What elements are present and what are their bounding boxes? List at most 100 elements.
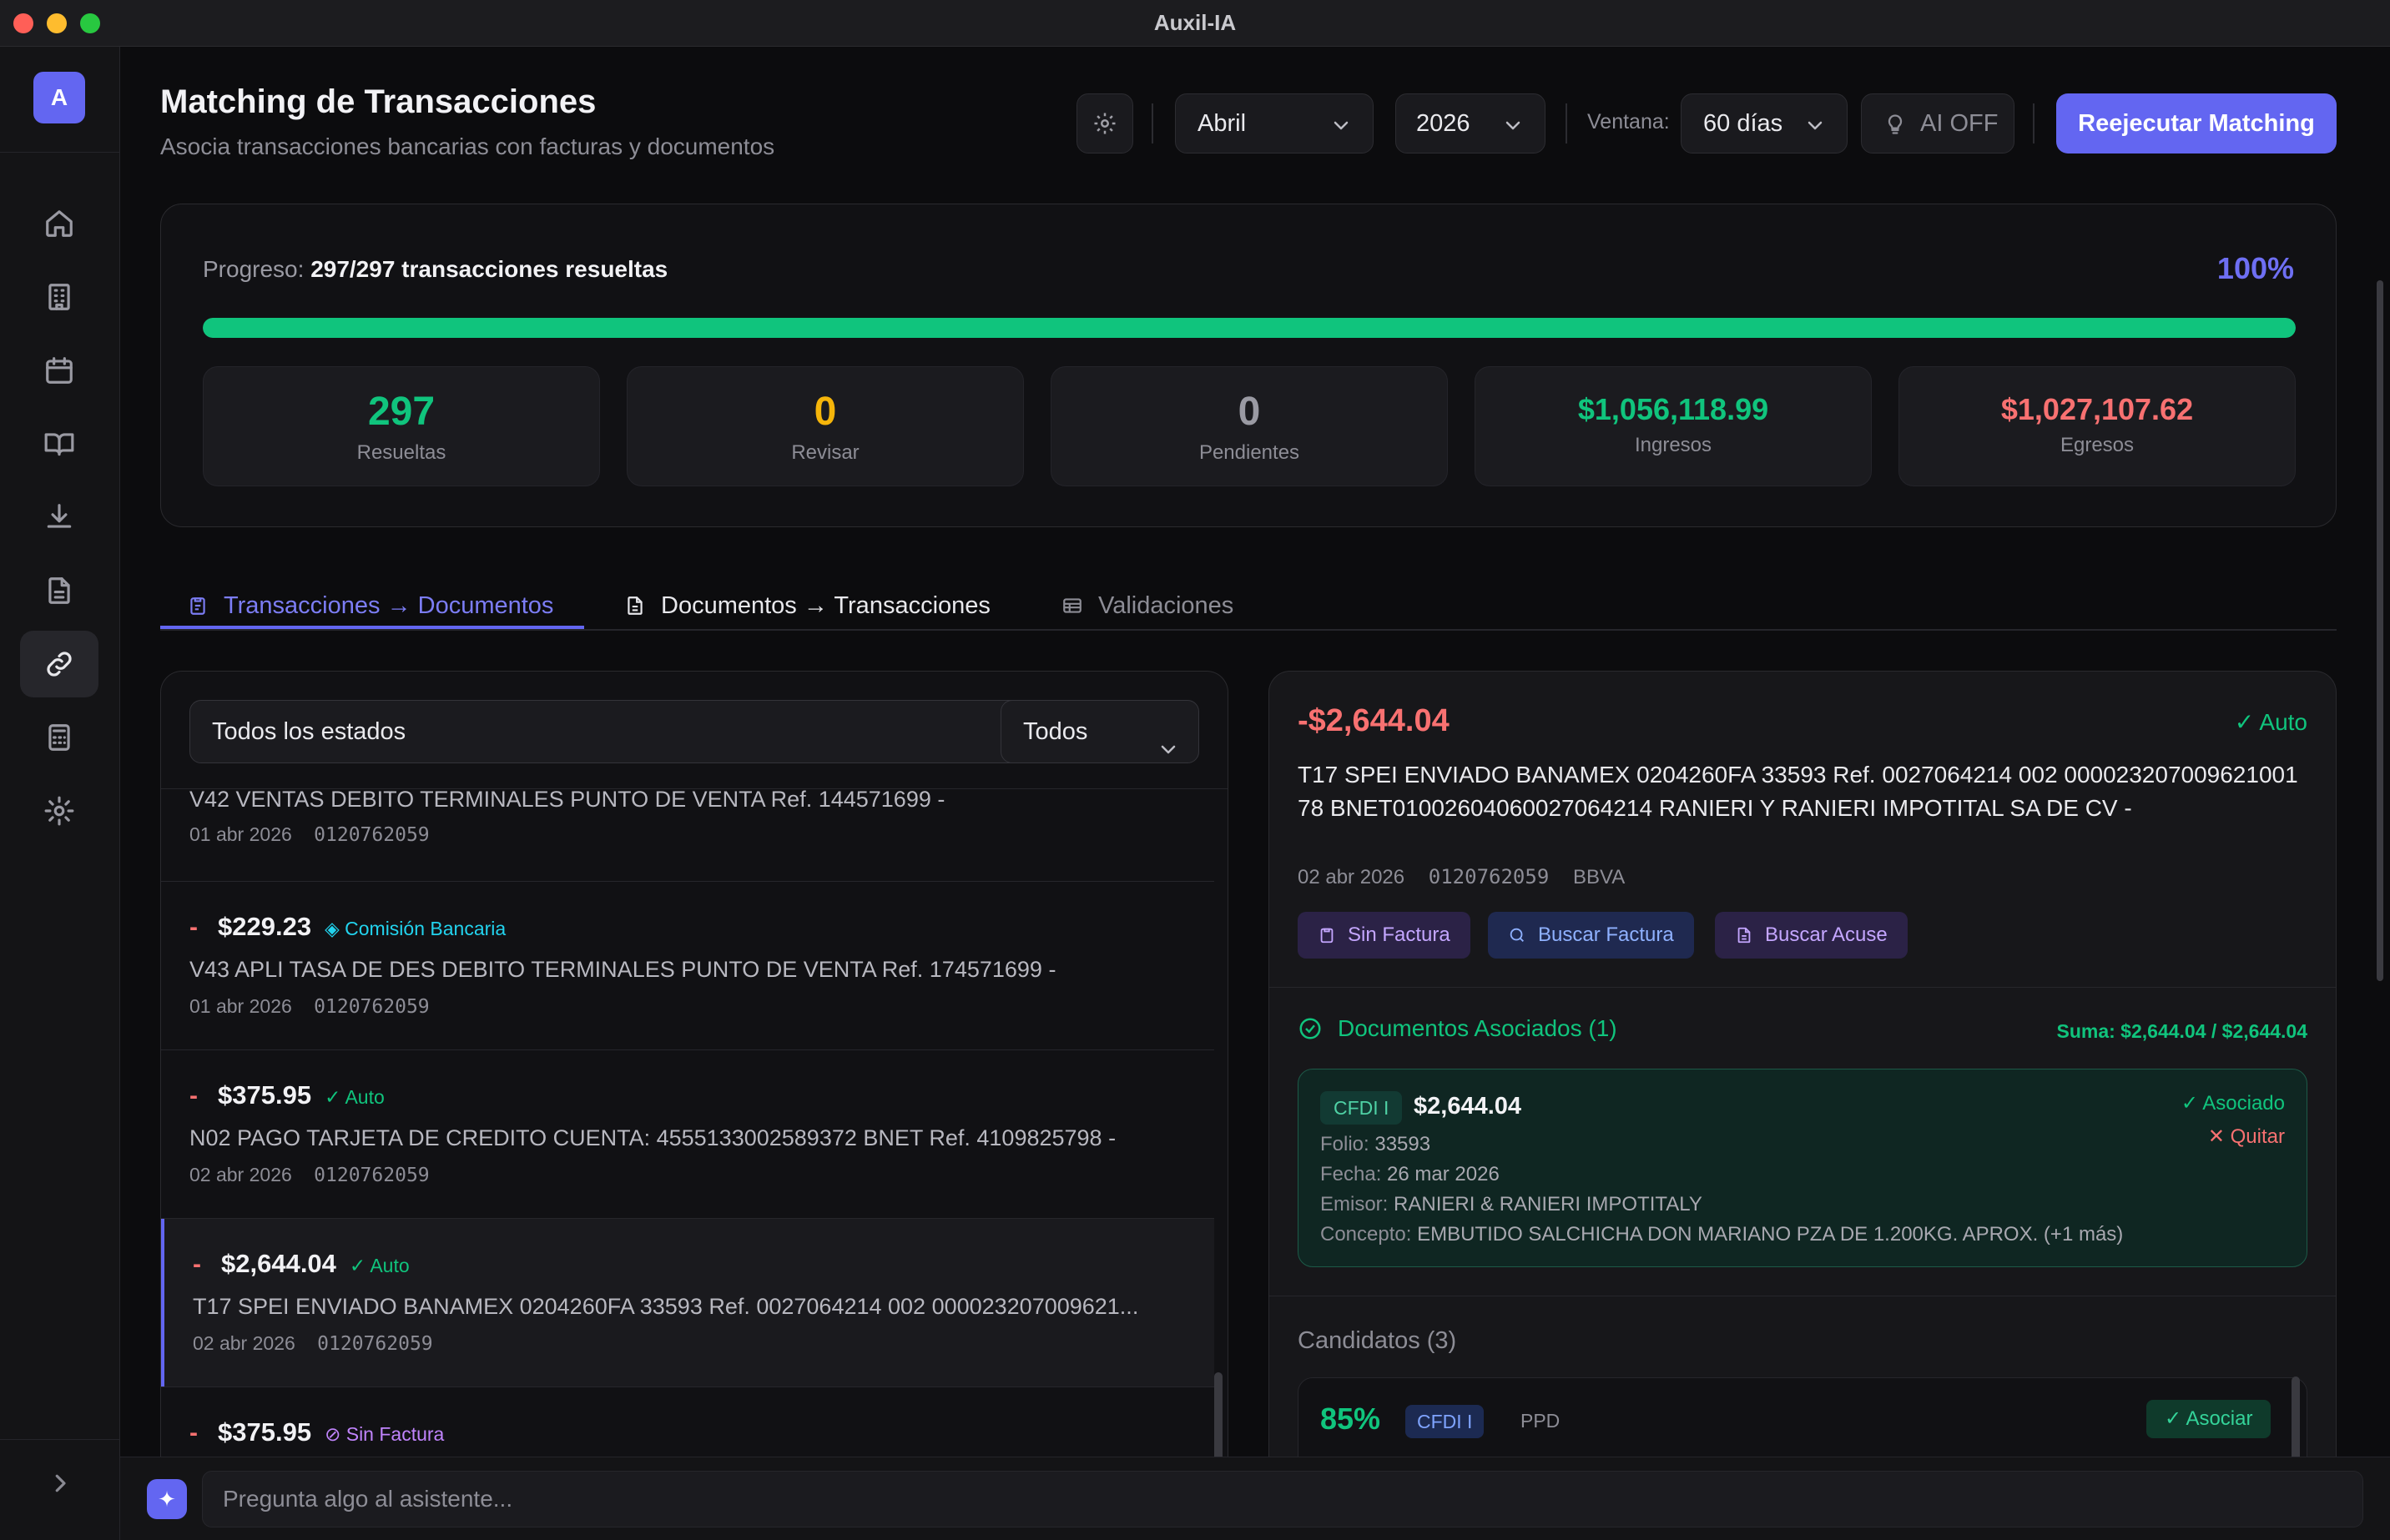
nav-documents[interactable] (20, 557, 98, 624)
transaction-row[interactable]: - $375.95 ✓ Auto N02 PAGO TARJETA DE CRE… (161, 1050, 1214, 1219)
nav-matching[interactable] (20, 631, 98, 697)
associate-button[interactable]: ✓ Asociar (2146, 1400, 2272, 1438)
fecha-value: 26 mar 2026 (1387, 1163, 1500, 1185)
transaction-list[interactable]: V42 VENTAS DEBITO TERMINALES PUNTO DE VE… (161, 788, 1214, 1505)
transaction-meta: 02 abr 2026 0120762059 (189, 1164, 430, 1186)
sparkle-icon[interactable]: ✦ (147, 1479, 187, 1519)
search-icon (1510, 928, 1524, 942)
month-select[interactable]: Abril (1175, 93, 1374, 153)
document-icon (628, 596, 643, 615)
nav-home[interactable] (20, 190, 98, 257)
sidebar-divider (0, 152, 120, 153)
concepto-label: Concepto: (1320, 1223, 1412, 1246)
payment-method: PPD (1520, 1410, 1561, 1432)
stat-value: 0 (1238, 390, 1261, 434)
transaction-description: V42 VENTAS DEBITO TERMINALES PUNTO DE VE… (189, 788, 945, 812)
nav-calendar[interactable] (20, 337, 98, 404)
transaction-date: 02 abr 2026 (189, 1164, 292, 1185)
window-days-select[interactable]: 60 días (1681, 93, 1848, 153)
buscar-acuse-button[interactable]: Buscar Acuse (1715, 912, 1908, 959)
header-divider (2033, 103, 2035, 143)
tab-transactions-to-documents[interactable]: Transacciones → Documentos (187, 581, 553, 631)
nav-download[interactable] (20, 484, 98, 551)
transaction-row-selected[interactable]: - $2,644.04 ✓ Auto T17 SPEI ENVIADO BANA… (161, 1219, 1214, 1387)
transaction-detail-panel: -$2,644.04 ✓ Auto T17 SPEI ENVIADO BANAM… (1268, 671, 2337, 1505)
tab-validations[interactable]: Validaciones (1061, 581, 1233, 631)
year-select[interactable]: 2026 (1395, 93, 1545, 153)
remove-document-button[interactable]: ✕ Quitar (2208, 1125, 2285, 1149)
gear-icon (1094, 113, 1116, 134)
stat-value: $1,056,118.99 (1577, 392, 1769, 426)
sidebar-bottom-divider (0, 1439, 120, 1440)
ai-toggle-button[interactable]: AI OFF (1861, 93, 2014, 153)
year-value: 2026 (1416, 109, 1470, 137)
rerun-matching-button[interactable]: Reejecutar Matching (2056, 93, 2337, 153)
gear-icon (44, 796, 74, 826)
sin-factura-button[interactable]: Sin Factura (1298, 912, 1470, 959)
progress-card: Progreso: 297/297 transacciones resuelta… (160, 204, 2337, 527)
link-icon (47, 652, 72, 677)
emisor-label: Emisor: (1320, 1193, 1389, 1215)
state-filter-value: Todos los estados (212, 718, 406, 745)
stat-pendientes: 0 Pendientes (1051, 366, 1448, 486)
tab-label: Validaciones (1098, 591, 1234, 619)
transaction-account: 0120762059 (314, 824, 430, 846)
app-logo[interactable]: A (33, 72, 85, 123)
type-filter-select[interactable]: Todos (1001, 700, 1199, 763)
header-divider (1566, 103, 1567, 143)
assistant-input[interactable] (202, 1471, 2363, 1527)
stat-value: $1,027,107.62 (2000, 392, 2194, 426)
nav-book[interactable] (20, 410, 98, 477)
stat-value: 297 (367, 390, 436, 434)
book-icon (44, 433, 74, 456)
transaction-meta: 01 abr 2026 0120762059 (189, 995, 430, 1018)
nav-settings[interactable] (20, 778, 98, 844)
buscar-factura-button[interactable]: Buscar Factura (1488, 912, 1694, 959)
sin-factura-label: Sin Factura (1348, 923, 1450, 946)
transaction-description: N02 PAGO TARJETA DE CREDITO CUENTA: 4555… (189, 1125, 1117, 1150)
detail-description: T17 SPEI ENVIADO BANAMEX 0204260FA 33593… (1298, 762, 2298, 821)
progress-value-text: 297/297 transacciones resueltas (310, 256, 668, 282)
chevron-down-icon (1808, 121, 1823, 130)
document-concepto: Concepto: EMBUTIDO SALCHICHA DON MARIANO… (1320, 1223, 2123, 1246)
window-scrollbar[interactable] (2377, 280, 2383, 981)
home-icon (46, 210, 73, 237)
transaction-account: 0120762059 (314, 1165, 430, 1186)
state-filter-select[interactable]: Todos los estados (189, 700, 1141, 763)
expand-sidebar-button[interactable] (42, 1465, 78, 1502)
month-value: Abril (1198, 109, 1247, 137)
tab-documents-to-transactions[interactable]: Documentos → Transacciones (624, 581, 991, 631)
candidates-header: Candidatos (3) (1298, 1327, 1457, 1354)
progress-bar-fill (203, 318, 2296, 338)
stat-revisar: 0 Revisar (627, 366, 1024, 486)
chevron-down-icon (1161, 745, 1176, 754)
transaction-row[interactable]: V42 VENTAS DEBITO TERMINALES PUNTO DE VE… (161, 788, 1214, 882)
tab-label: Documentos → Transacciones (661, 591, 991, 619)
associated-docs-header: Documentos Asociados (1) (1298, 1015, 1617, 1042)
sidebar: A (0, 47, 120, 1540)
transaction-amount: $229.23 (218, 912, 312, 941)
detail-scrollbar[interactable] (2292, 1376, 2300, 1465)
check-circle-icon (1299, 1018, 1321, 1039)
transaction-amount: $2,644.04 (221, 1249, 336, 1278)
transaction-sign: - (189, 1419, 198, 1447)
associated-document-card[interactable]: CFDI I $2,644.04 ✓ Asociado ✕ Quitar Fol… (1298, 1069, 2307, 1267)
detail-account: 0120762059 (1428, 865, 1550, 888)
transaction-tag: ◈ Comisión Bancaria (325, 918, 507, 939)
nav-companies[interactable] (20, 264, 98, 330)
stat-value: 0 (814, 390, 837, 434)
nav-calculator[interactable] (20, 704, 98, 771)
transaction-tag: ✓ Auto (325, 1086, 385, 1108)
transaction-date: 01 abr 2026 (189, 995, 292, 1017)
transaction-row[interactable]: - $229.23 ◈ Comisión Bancaria V43 APLI T… (161, 882, 1214, 1050)
document-emisor: Emisor: RANIERI & RANIERI IMPOTITALY (1320, 1193, 1702, 1216)
settings-button[interactable] (1077, 93, 1133, 153)
progress-percent: 100% (2216, 251, 2294, 285)
progress-bar (203, 318, 2296, 338)
emisor-value: RANIERI & RANIERI IMPOTITALY (1394, 1193, 1702, 1215)
detail-divider (1269, 987, 2336, 988)
page-title: Matching de Transacciones (160, 83, 597, 120)
associated-docs-title: Documentos Asociados (1) (1338, 1015, 1617, 1041)
stat-resueltas: 297 Resueltas (203, 366, 600, 486)
document-fecha: Fecha: 26 mar 2026 (1320, 1163, 1500, 1186)
